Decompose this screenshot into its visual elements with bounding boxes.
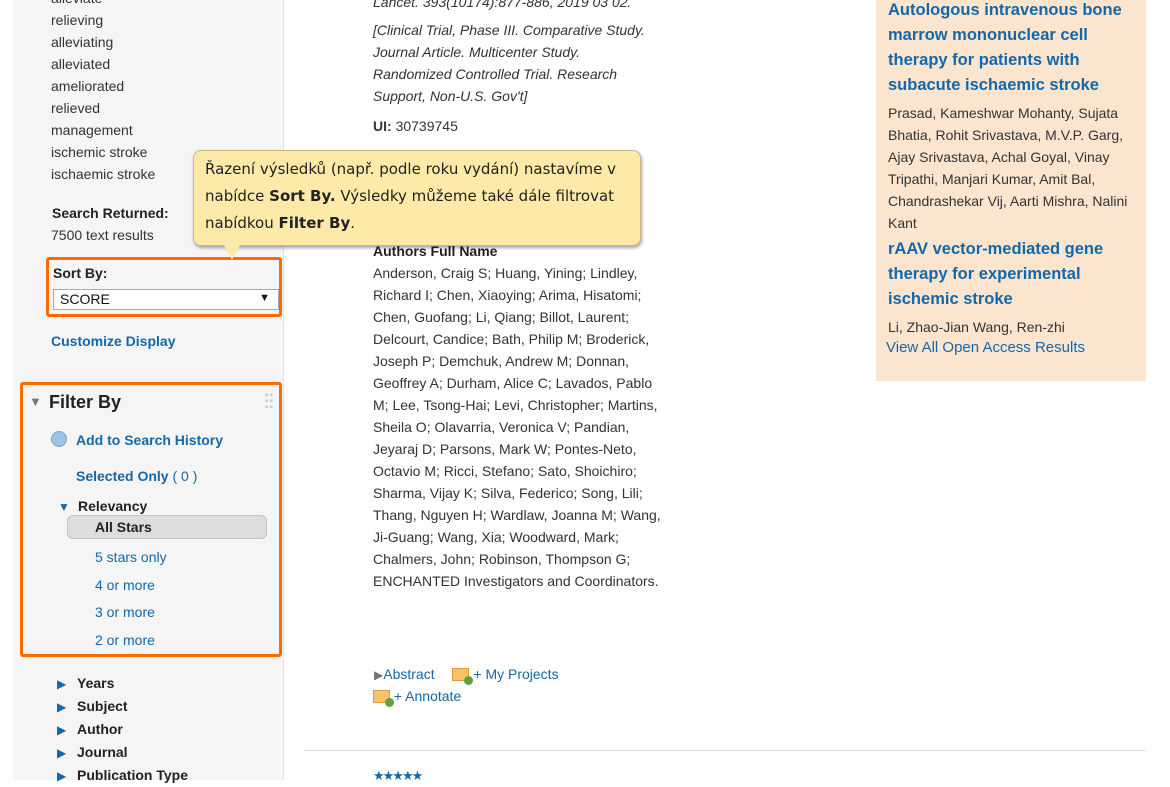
drag-handle-icon[interactable]: ▪▪ ▪▪ ▪▪ bbox=[265, 391, 274, 413]
my-projects-icon[interactable] bbox=[452, 668, 474, 685]
my-projects-link[interactable]: + My Projects bbox=[473, 666, 558, 682]
facet-label: Publication Type bbox=[77, 767, 188, 783]
expand-abstract-icon[interactable]: ▶ bbox=[374, 668, 383, 682]
facet-journal[interactable]: ▶ Journal bbox=[57, 741, 188, 764]
search-returned-label: Search Returned: bbox=[52, 205, 169, 221]
term: relieving bbox=[51, 12, 104, 28]
expand-triangle-icon: ▶ bbox=[57, 769, 67, 783]
tooltip-bold: Sort By. bbox=[269, 187, 336, 205]
sort-by-section: Sort By: SCORE ▼ bbox=[46, 257, 282, 317]
facet-author[interactable]: ▶ Author bbox=[57, 718, 188, 741]
publication-types: [Clinical Trial, Phase III. Comparative … bbox=[373, 22, 645, 104]
add-to-search-history-link[interactable]: Add to Search History bbox=[76, 432, 223, 448]
search-history-add-icon bbox=[51, 431, 67, 447]
facet-publication-type[interactable]: ▶ Publication Type bbox=[57, 764, 188, 787]
relevancy-4-or-more[interactable]: 4 or more bbox=[95, 577, 155, 593]
term: ameliorated bbox=[51, 78, 125, 94]
sort-by-value: SCORE bbox=[60, 291, 110, 307]
view-all-open-access-link[interactable]: View All Open Access Results bbox=[886, 338, 1134, 358]
selected-count: ( 0 ) bbox=[172, 468, 198, 484]
expanded-triangle-icon[interactable]: ▼ bbox=[58, 500, 78, 514]
search-terms-list: alleviate relieving alleviating alleviat… bbox=[51, 0, 155, 185]
ui-value: 30739745 bbox=[395, 118, 458, 134]
facet-label: Journal bbox=[77, 744, 128, 760]
sort-by-select[interactable]: SCORE ▼ bbox=[53, 289, 279, 310]
annotate-link[interactable]: + Annotate bbox=[394, 688, 461, 704]
filter-facets: ▶ Years ▶ Subject ▶ Author ▶ Journal ▶ Public… bbox=[57, 672, 188, 787]
annotate-icon[interactable] bbox=[373, 690, 394, 707]
expand-triangle-icon: ▶ bbox=[57, 677, 67, 691]
facet-label: Author bbox=[77, 721, 123, 737]
expand-triangle-icon: ▶ bbox=[57, 723, 67, 737]
relevancy-stars-icon: ★★★★★ bbox=[373, 768, 423, 783]
relevancy-2-or-more[interactable]: 2 or more bbox=[95, 632, 155, 648]
relevancy-5-stars[interactable]: 5 stars only bbox=[95, 549, 167, 565]
selected-only-link[interactable]: Selected Only bbox=[76, 468, 169, 484]
citation: Lancet. 393(10174):877-886, 2019 03 02. bbox=[373, 0, 632, 10]
facet-subject[interactable]: ▶ Subject bbox=[57, 695, 188, 718]
open-access-title-link[interactable]: Autologous intravenous bone marrow monon… bbox=[888, 0, 1134, 98]
help-tooltip: Řazení výsledků (např. podle roku vydání… bbox=[193, 150, 641, 260]
open-access-title-link[interactable]: rAAV vector-mediated gene therapy for ex… bbox=[888, 237, 1134, 312]
term: alleviate bbox=[51, 0, 155, 9]
result-divider bbox=[304, 750, 1146, 751]
collapse-triangle-icon[interactable]: ▼ bbox=[29, 394, 42, 409]
facet-label: Years bbox=[77, 675, 115, 691]
term: ischaemic stroke bbox=[51, 166, 156, 182]
search-returned-value: 7500 text results bbox=[51, 227, 154, 243]
term: ischemic stroke bbox=[51, 144, 148, 160]
term: relieved bbox=[51, 100, 101, 116]
ui-label: UI: bbox=[373, 118, 392, 134]
term: alleviating bbox=[51, 34, 114, 50]
relevancy-all-stars[interactable]: All Stars bbox=[67, 515, 267, 539]
customize-display-link[interactable]: Customize Display bbox=[51, 333, 175, 349]
dropdown-arrow-icon: ▼ bbox=[259, 292, 270, 304]
facet-label: Subject bbox=[77, 698, 128, 714]
abstract-link[interactable]: Abstract bbox=[383, 666, 434, 682]
expand-triangle-icon: ▶ bbox=[57, 700, 67, 714]
relevancy-label[interactable]: Relevancy bbox=[78, 498, 147, 514]
facet-years[interactable]: ▶ Years bbox=[57, 672, 188, 695]
term: alleviated bbox=[51, 56, 111, 72]
sort-by-label: Sort By: bbox=[53, 265, 108, 281]
relevancy-3-or-more[interactable]: 3 or more bbox=[95, 604, 155, 620]
expand-triangle-icon: ▶ bbox=[57, 746, 67, 760]
open-access-panel: Autologous intravenous bone marrow monon… bbox=[876, 0, 1146, 381]
open-access-authors: Li, Zhao-Jian Wang, Ren-zhi bbox=[888, 319, 1065, 335]
tooltip-text: . bbox=[350, 214, 356, 232]
tooltip-bold: Filter By bbox=[278, 214, 351, 232]
term: management bbox=[51, 122, 133, 138]
sidebar: alleviate relieving alleviating alleviat… bbox=[13, 0, 284, 783]
filter-by-title: Filter By bbox=[49, 392, 122, 412]
authors-list: Anderson, Craig S; Huang, Yining; Lindle… bbox=[373, 265, 661, 589]
filter-by-section: ▼ Filter By ▪▪ ▪▪ ▪▪ Add to Search History… bbox=[20, 382, 282, 657]
open-access-authors: Prasad, Kameshwar Mohanty, Sujata Bhatia… bbox=[888, 105, 1128, 231]
